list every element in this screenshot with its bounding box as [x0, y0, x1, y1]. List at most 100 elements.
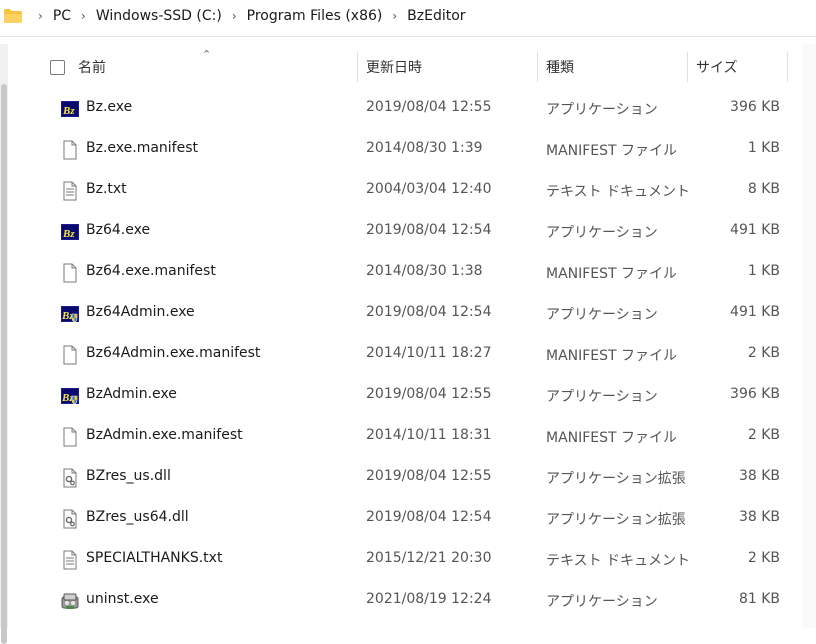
- file-date: 2014/10/11 18:31: [366, 427, 492, 443]
- blank-file-icon: [60, 263, 80, 283]
- file-type: アプリケーション: [546, 102, 658, 118]
- chevron-right-icon[interactable]: ›: [232, 9, 237, 23]
- bz-admin-app-icon: Bz: [60, 304, 80, 324]
- file-type: テキスト ドキュメント: [546, 184, 691, 200]
- file-name[interactable]: Bz.exe: [86, 99, 132, 115]
- bz-admin-app-icon: Bz: [60, 386, 80, 406]
- file-name[interactable]: SPECIALTHANKS.txt: [86, 550, 222, 566]
- breadcrumb: › PC › Windows-SSD (C:) › Program Files …: [0, 0, 816, 37]
- file-name[interactable]: Bz64Admin.exe.manifest: [86, 345, 260, 361]
- file-row[interactable]: BZres_us64.dll 2019/08/04 12:54 アプリケーション拡張…: [16, 498, 796, 539]
- blank-file-icon: [60, 345, 80, 365]
- file-date: 2015/12/21 20:30: [366, 550, 492, 566]
- scrollbar-thumb[interactable]: [1, 84, 7, 644]
- file-type: MANIFEST ファイル: [546, 143, 678, 159]
- file-row[interactable]: BZres_us.dll 2019/08/04 12:55 アプリケーション拡張 38…: [16, 457, 796, 498]
- column-divider[interactable]: [787, 52, 788, 82]
- blank-file-icon: [60, 140, 80, 160]
- breadcrumb-item-current-folder[interactable]: BzEditor: [407, 8, 465, 24]
- dll-file-icon: [60, 468, 80, 488]
- chevron-right-icon[interactable]: ›: [392, 9, 397, 23]
- file-row[interactable]: Bz Bz64.exe 2019/08/04 12:54 アプリケーション 491 KB: [16, 211, 796, 252]
- column-header-date[interactable]: 更新日時: [366, 46, 422, 88]
- blank-file-icon: [60, 427, 80, 447]
- file-list-scrollbar[interactable]: [802, 44, 816, 628]
- file-date: 2014/08/30 1:39: [366, 140, 483, 156]
- breadcrumb-item-pc[interactable]: PC: [53, 8, 71, 24]
- column-header: ⌃ 名前 更新日時 種類 サイズ: [16, 46, 796, 88]
- sort-ascending-icon: ⌃: [202, 48, 212, 61]
- file-row[interactable]: Bz Bz.exe 2019/08/04 12:55 アプリケーション 396 KB: [16, 88, 796, 129]
- file-name[interactable]: Bz.txt: [86, 181, 127, 197]
- file-size: 396 KB: [730, 386, 780, 402]
- file-size: 2 KB: [747, 550, 780, 566]
- chevron-right-icon[interactable]: ›: [81, 9, 86, 23]
- file-type: アプリケーション拡張: [546, 471, 686, 487]
- file-row[interactable]: Bz64.exe.manifest 2014/08/30 1:38 MANIFEST…: [16, 252, 796, 293]
- file-type: テキスト ドキュメント: [546, 553, 691, 569]
- column-divider[interactable]: [357, 52, 358, 82]
- file-row[interactable]: Bz64Admin.exe.manifest 2014/10/11 18:27 MA…: [16, 334, 796, 375]
- file-type: MANIFEST ファイル: [546, 348, 678, 364]
- file-date: 2019/08/04 12:55: [366, 468, 492, 484]
- file-name[interactable]: Bz64Admin.exe: [86, 304, 195, 320]
- file-date: 2014/10/11 18:27: [366, 345, 492, 361]
- file-type: MANIFEST ファイル: [546, 430, 678, 446]
- file-row[interactable]: uninst.exe 2021/08/19 12:24 アプリケーション 81 KB: [16, 580, 796, 621]
- file-row[interactable]: Bz.exe.manifest 2014/08/30 1:39 MANIFEST フ…: [16, 129, 796, 170]
- file-type: アプリケーション: [546, 594, 658, 610]
- breadcrumb-item-drive[interactable]: Windows-SSD (C:): [96, 8, 222, 24]
- bz-app-icon: Bz: [60, 222, 80, 242]
- file-size: 81 KB: [738, 591, 780, 607]
- file-size: 38 KB: [738, 509, 780, 525]
- file-size: 1 KB: [747, 140, 780, 156]
- column-header-name[interactable]: 名前: [78, 46, 106, 88]
- file-row[interactable]: Bz.txt 2004/03/04 12:40 テキスト ドキュメント 8 KB: [16, 170, 796, 211]
- file-size: 491 KB: [730, 304, 780, 320]
- text-file-icon: [60, 550, 80, 570]
- file-row[interactable]: Bz Bz64Admin.exe 2019/08/04 12:54 アプリケーション 4…: [16, 293, 796, 334]
- file-name[interactable]: BzAdmin.exe.manifest: [86, 427, 243, 443]
- file-date: 2019/08/04 12:54: [366, 509, 492, 525]
- file-size: 491 KB: [730, 222, 780, 238]
- breadcrumb-path: › PC › Windows-SSD (C:) › Program Files …: [28, 8, 466, 24]
- file-date: 2019/08/04 12:54: [366, 222, 492, 238]
- chevron-right-icon[interactable]: ›: [38, 9, 43, 23]
- file-date: 2004/03/04 12:40: [366, 181, 492, 197]
- file-date: 2021/08/19 12:24: [366, 591, 492, 607]
- file-row[interactable]: BzAdmin.exe.manifest 2014/10/11 18:31 MANI…: [16, 416, 796, 457]
- file-size: 396 KB: [730, 99, 780, 115]
- file-size: 8 KB: [747, 181, 780, 197]
- file-name[interactable]: uninst.exe: [86, 591, 159, 607]
- file-name[interactable]: BzAdmin.exe: [86, 386, 177, 402]
- file-name[interactable]: Bz64.exe.manifest: [86, 263, 216, 279]
- select-all-checkbox[interactable]: [50, 60, 65, 75]
- file-date: 2014/08/30 1:38: [366, 263, 483, 279]
- file-name[interactable]: BZres_us64.dll: [86, 509, 189, 525]
- file-date: 2019/08/04 12:55: [366, 386, 492, 402]
- file-row[interactable]: SPECIALTHANKS.txt 2015/12/21 20:30 テキスト ドキ…: [16, 539, 796, 580]
- dll-file-icon: [60, 509, 80, 529]
- svg-text:Bz: Bz: [62, 228, 75, 240]
- bz-app-icon: Bz: [60, 99, 80, 119]
- breadcrumb-item-program-files[interactable]: Program Files (x86): [247, 8, 383, 24]
- file-type: アプリケーション: [546, 307, 658, 323]
- file-date: 2019/08/04 12:54: [366, 304, 492, 320]
- text-file-icon: [60, 181, 80, 201]
- uninstaller-icon: [60, 591, 80, 611]
- column-header-type[interactable]: 種類: [546, 46, 574, 88]
- file-size: 2 KB: [747, 427, 780, 443]
- folder-icon: [4, 9, 22, 23]
- column-header-size[interactable]: サイズ: [696, 46, 738, 88]
- file-name[interactable]: BZres_us.dll: [86, 468, 171, 484]
- file-date: 2019/08/04 12:55: [366, 99, 492, 115]
- file-row[interactable]: Bz BzAdmin.exe 2019/08/04 12:55 アプリケーション 396…: [16, 375, 796, 416]
- file-type: MANIFEST ファイル: [546, 266, 678, 282]
- column-divider[interactable]: [537, 52, 538, 82]
- file-type: アプリケーション: [546, 225, 658, 241]
- file-name[interactable]: Bz.exe.manifest: [86, 140, 198, 156]
- file-name[interactable]: Bz64.exe: [86, 222, 150, 238]
- nav-pane-scrollbar[interactable]: [0, 44, 8, 644]
- file-type: アプリケーション拡張: [546, 512, 686, 528]
- column-divider[interactable]: [687, 52, 688, 82]
